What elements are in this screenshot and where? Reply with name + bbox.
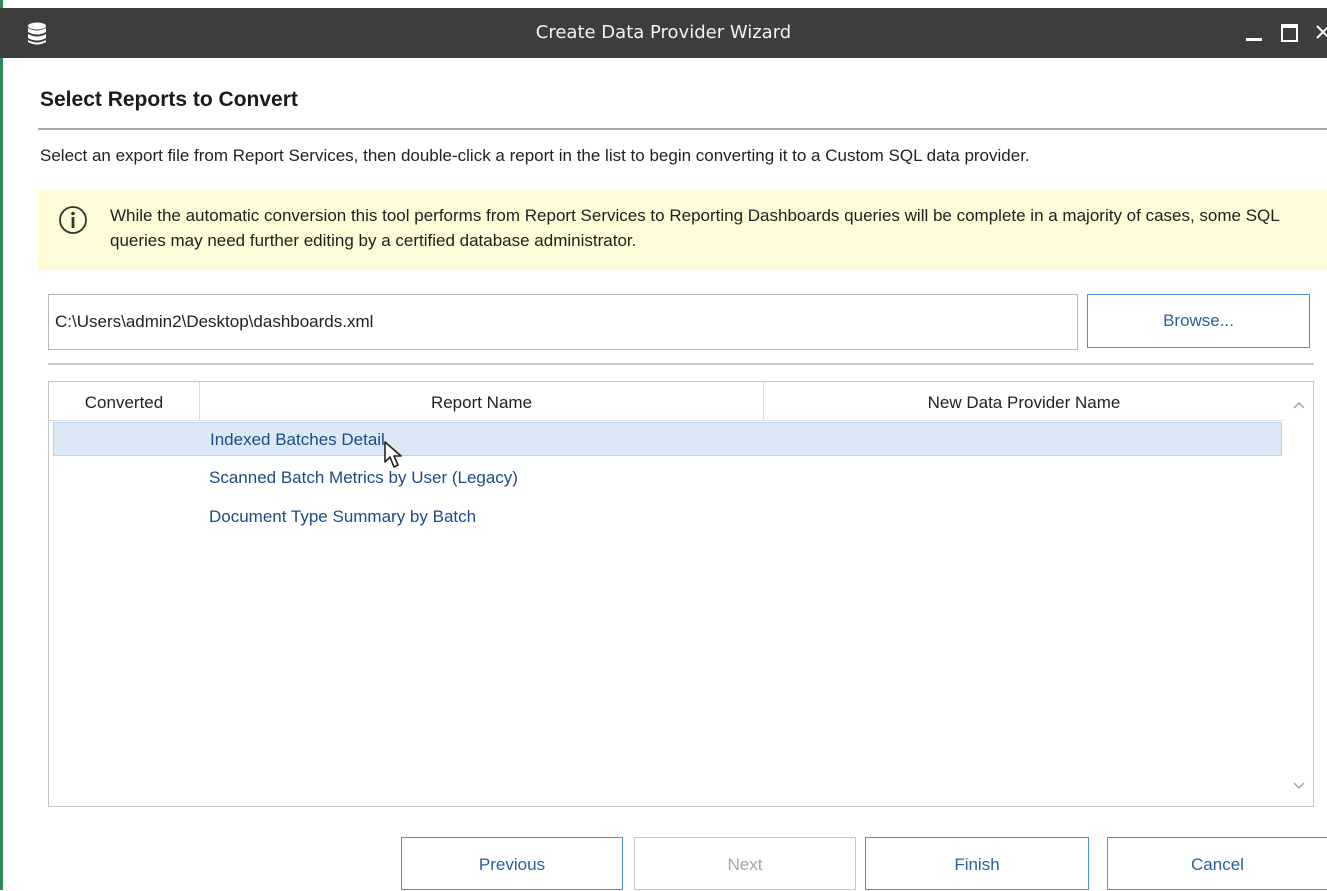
previous-button[interactable]: Previous <box>401 837 623 890</box>
title-bar[interactable]: Create Data Provider Wizard <box>0 8 1327 58</box>
mouse-cursor-icon <box>383 440 409 474</box>
finish-button[interactable]: Finish <box>865 837 1089 890</box>
column-header-converted[interactable]: Converted <box>49 382 200 420</box>
column-header-report-name[interactable]: Report Name <box>200 382 764 420</box>
window-frame-left <box>0 0 3 890</box>
info-icon <box>57 204 89 240</box>
info-text: While the automatic conversion this tool… <box>110 206 1280 250</box>
window-title: Create Data Provider Wizard <box>535 22 792 43</box>
page-title: Select Reports to Convert <box>40 88 298 111</box>
section-divider <box>48 363 1314 365</box>
report-name-cell: Indexed Batches Detail <box>210 430 385 449</box>
heading-divider <box>38 128 1327 130</box>
table-row[interactable]: Indexed Batches Detail <box>53 422 1282 456</box>
next-button[interactable]: Next <box>634 837 856 890</box>
minimize-icon[interactable] <box>1234 8 1274 58</box>
browse-button[interactable]: Browse... <box>1087 294 1310 348</box>
report-name-cell: Document Type Summary by Batch <box>209 507 477 526</box>
instructions-text: Select an export file from Report Servic… <box>40 146 1030 165</box>
reports-table[interactable]: Converted Report Name New Data Provider … <box>48 381 1314 807</box>
report-name-cell: Scanned Batch Metrics by User (Legacy) <box>209 468 518 487</box>
cancel-button[interactable]: Cancel <box>1107 837 1327 890</box>
close-icon[interactable] <box>1308 8 1327 58</box>
info-banner: While the automatic conversion this tool… <box>38 190 1327 270</box>
table-row[interactable]: Document Type Summary by Batch <box>53 500 1282 534</box>
column-header-new-data-provider-name[interactable]: New Data Provider Name <box>764 382 1284 420</box>
table-header: Converted Report Name New Data Provider … <box>49 382 1284 421</box>
file-path-input[interactable] <box>48 294 1078 350</box>
maximize-icon[interactable] <box>1270 8 1310 58</box>
chevron-up-icon[interactable] <box>1293 394 1305 413</box>
chevron-down-icon[interactable] <box>1293 775 1305 794</box>
table-row[interactable]: Scanned Batch Metrics by User (Legacy) <box>53 461 1282 495</box>
vertical-scrollbar[interactable] <box>1285 382 1313 806</box>
